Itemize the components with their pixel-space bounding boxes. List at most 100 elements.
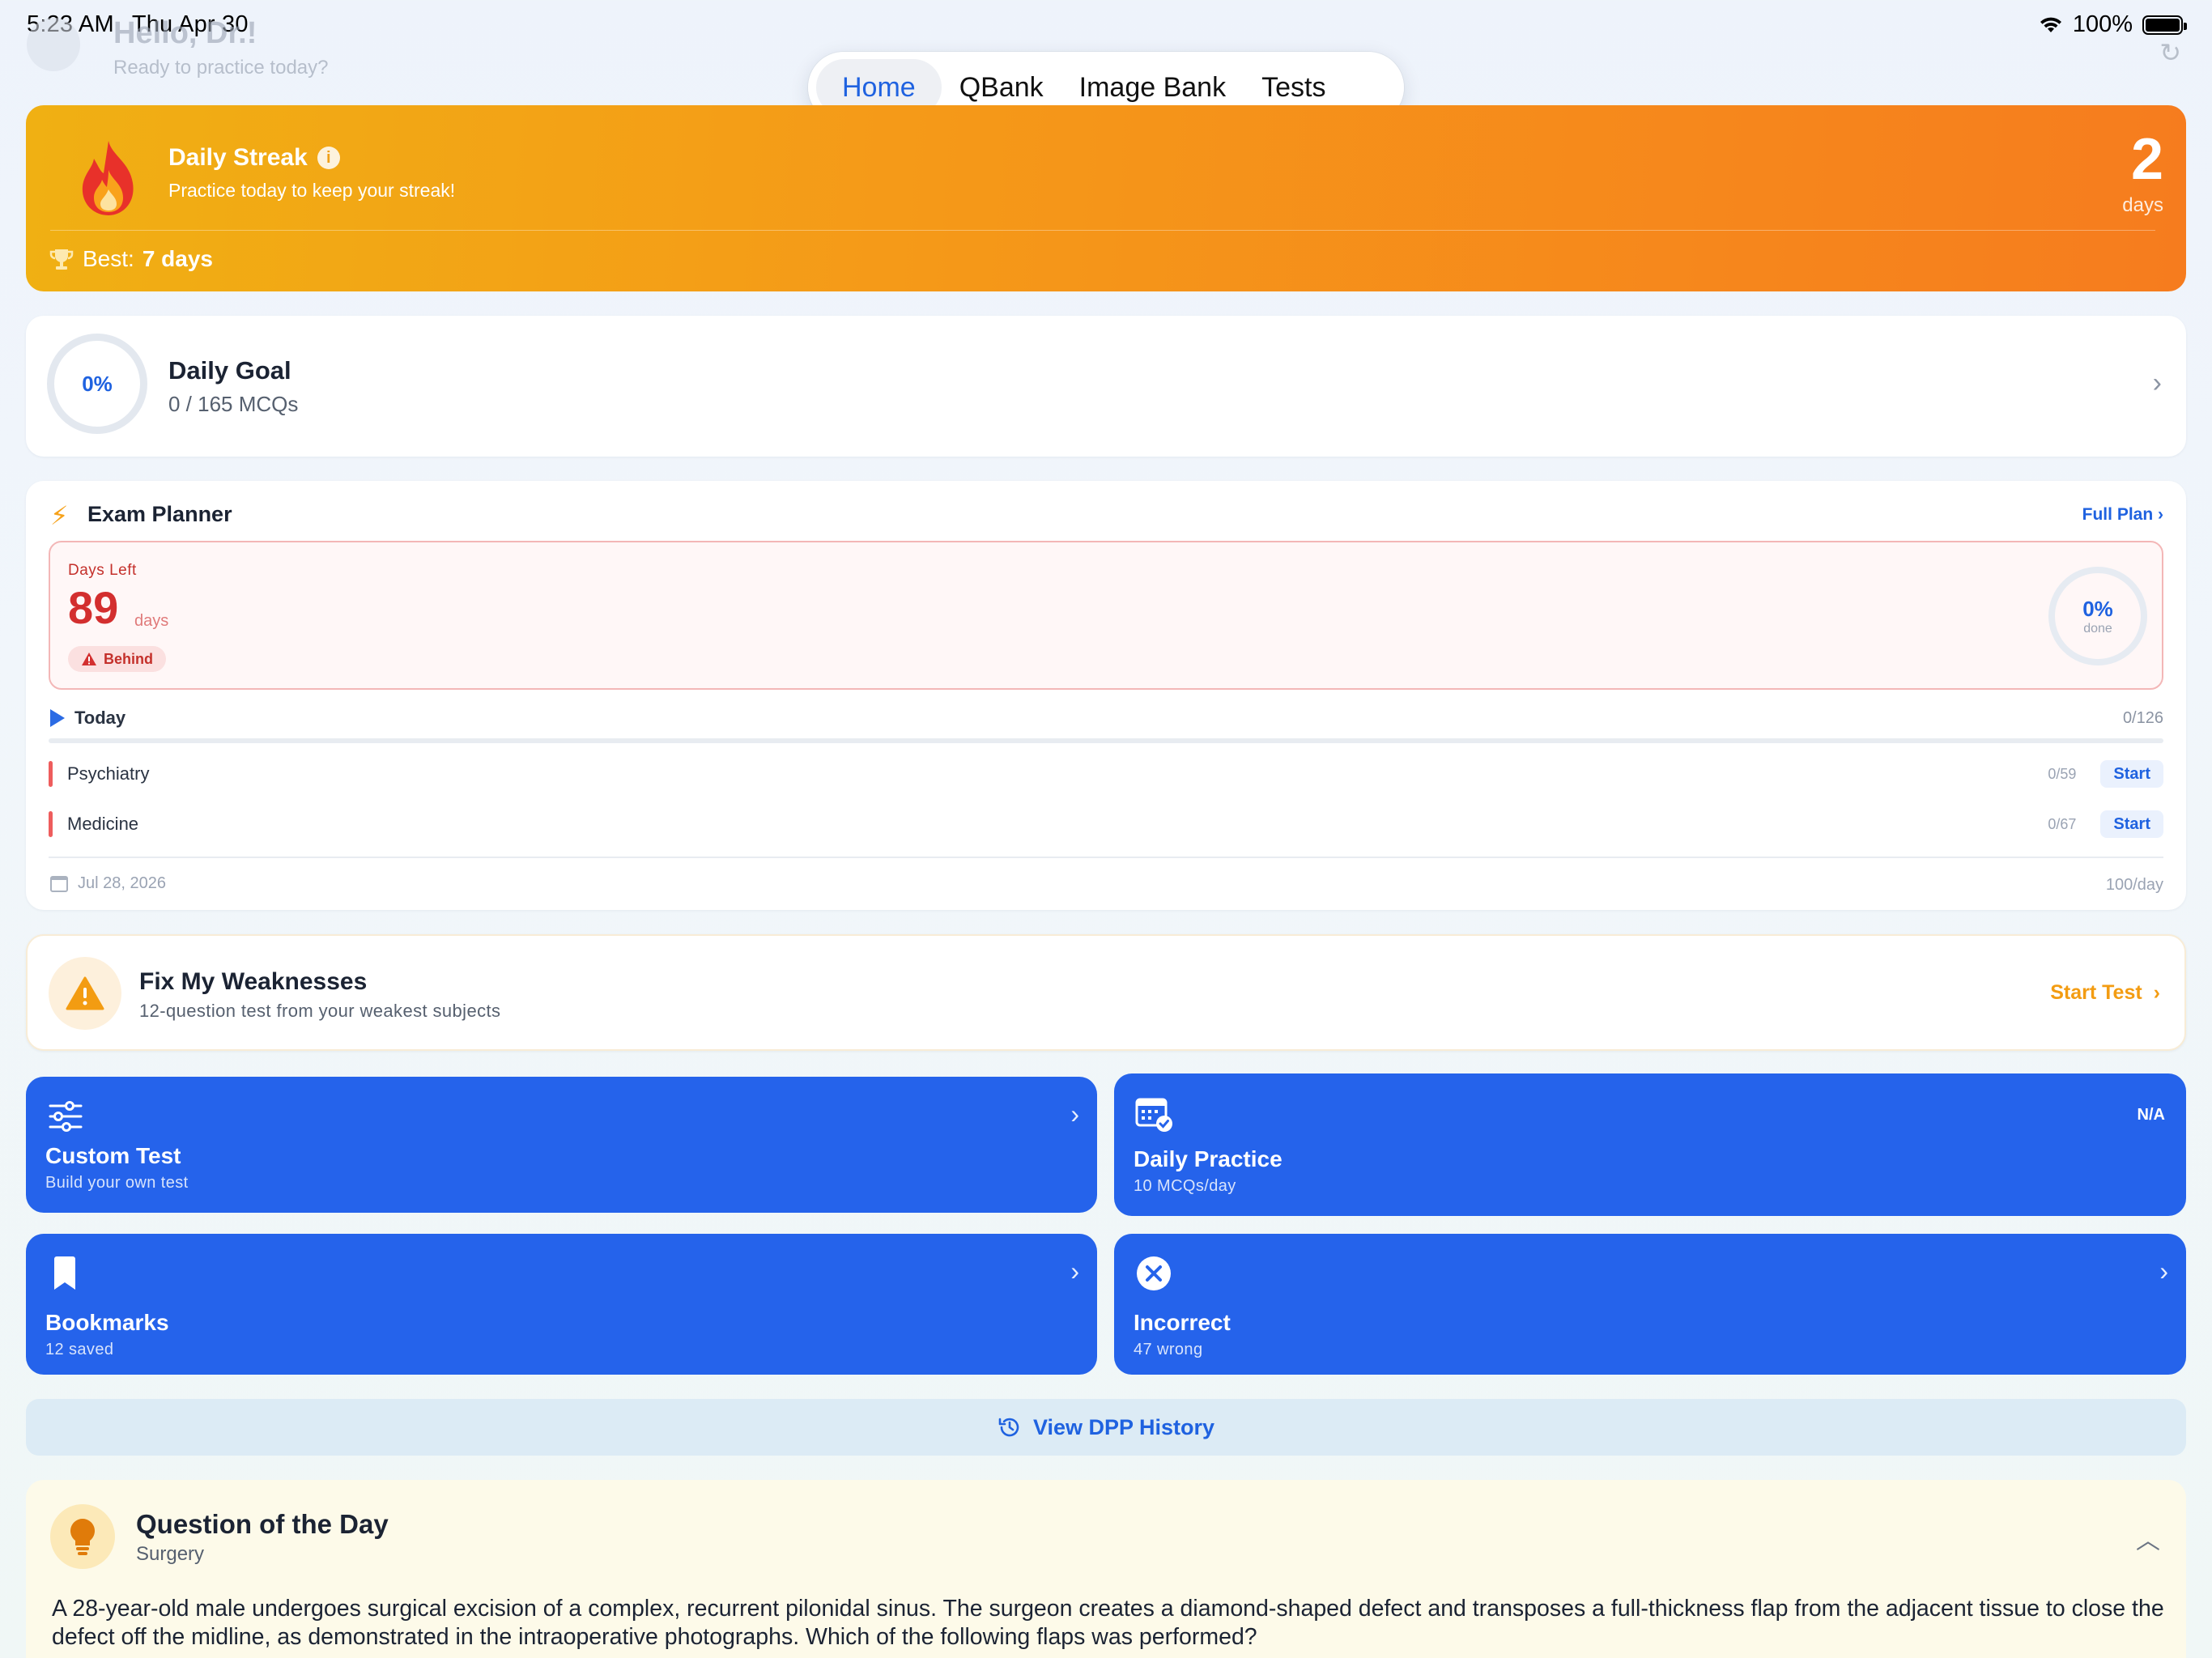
- daily-goal-card[interactable]: 0% Daily Goal 0 / 165 MCQs ›: [26, 316, 2186, 457]
- subject-marker: [49, 761, 53, 787]
- play-icon: [50, 709, 65, 727]
- planner-title: Exam Planner: [87, 502, 232, 526]
- subject-count: 0/67: [2048, 815, 2077, 832]
- lightbulb-icon: [70, 1519, 95, 1555]
- status-label: Behind: [104, 650, 153, 667]
- bookmarks-tile[interactable]: Bookmarks 12 saved ›: [26, 1234, 1097, 1375]
- today-label: Today: [74, 708, 126, 728]
- chevron-up-icon[interactable]: ︿: [2136, 1520, 2160, 1556]
- tile-title: Daily Practice: [1134, 1146, 1283, 1171]
- start-test-label: Start Test: [2050, 981, 2142, 1004]
- qotd-subject: Surgery: [136, 1543, 205, 1565]
- fix-weaknesses-card[interactable]: Fix My Weaknesses 12-question test from …: [26, 934, 2186, 1051]
- streak-count: 2: [2130, 127, 2163, 192]
- chevron-right-icon: ›: [2159, 1256, 2168, 1286]
- tile-title: Custom Test: [45, 1143, 181, 1168]
- days-left-unit: days: [134, 612, 169, 630]
- done-percent: 0%: [2082, 596, 2113, 621]
- tile-title: Incorrect: [1134, 1310, 1231, 1335]
- battery-percent: 100%: [2072, 11, 2133, 37]
- exam-date-text: Jul 28, 2026: [78, 874, 166, 892]
- start-button[interactable]: Start: [2100, 760, 2163, 788]
- dpp-history-label: View DPP History: [1032, 1414, 1215, 1439]
- lightning-icon: ⚡: [50, 501, 69, 530]
- qotd-title: Question of the Day: [136, 1509, 389, 1539]
- streak-divider: [50, 230, 2155, 231]
- trophy-icon: [49, 249, 74, 270]
- avatar[interactable]: [27, 18, 80, 71]
- done-progress-ring: 0% done: [2048, 567, 2147, 665]
- today-count: 0/126: [2122, 709, 2163, 727]
- fix-title: Fix My Weaknesses: [139, 968, 368, 995]
- streak-title-text: Daily Streak: [168, 144, 308, 171]
- goal-percent: 0%: [82, 371, 113, 396]
- calendar-icon: [50, 875, 68, 892]
- subject-name: Psychiatry: [67, 763, 150, 784]
- status-bar-right: 100%: [2039, 11, 2187, 38]
- days-left-label: Days Left: [68, 562, 137, 579]
- calendar-check-icon: [1135, 1098, 1172, 1132]
- daily-rate: 100/day: [2105, 876, 2163, 894]
- fix-subtitle: 12-question test from your weakest subje…: [139, 1001, 501, 1021]
- bookmark-icon: [54, 1256, 75, 1290]
- wifi-icon: [2040, 17, 2061, 32]
- daily-streak-card[interactable]: Daily Streak i Practice today to keep yo…: [26, 105, 2186, 291]
- full-plan-label: Full Plan: [2082, 505, 2154, 524]
- list-item: Medicine 0/67 Start: [49, 808, 2163, 840]
- chevron-right-icon: ›: [2152, 368, 2162, 398]
- done-label: done: [2083, 621, 2112, 636]
- greeting-subtitle: Ready to practice today?: [113, 57, 329, 79]
- status-badge: Behind: [68, 646, 166, 672]
- info-icon[interactable]: i: [317, 147, 340, 169]
- exam-planner-card: ⚡ Exam Planner Full Plan › Days Left 89 …: [26, 481, 2186, 910]
- flame-icon: [82, 141, 134, 215]
- qotd-question: A 28-year-old male undergoes surgical ex…: [52, 1596, 2164, 1650]
- daily-practice-tile[interactable]: N/A Daily Practice 10 MCQs/day: [1114, 1073, 2186, 1216]
- goal-title: Daily Goal: [168, 356, 291, 385]
- chevron-right-icon: ›: [1070, 1099, 1079, 1129]
- days-left-box: Days Left 89 days Behind 0% done: [49, 541, 2163, 690]
- streak-subtitle: Practice today to keep your streak!: [168, 180, 456, 201]
- incorrect-tile[interactable]: Incorrect 47 wrong ›: [1114, 1234, 2186, 1375]
- today-progress-bar: [49, 738, 2163, 743]
- tile-subtitle: Build your own test: [45, 1174, 189, 1192]
- warning-icon: [66, 976, 104, 1010]
- best-value: 7 days: [142, 246, 213, 271]
- history-icon: [998, 1418, 1019, 1437]
- battery-icon: [2142, 15, 2187, 35]
- streak-best: Best: 7 days: [49, 246, 213, 272]
- streak-title: Daily Streak i: [168, 144, 340, 172]
- subject-name: Medicine: [67, 814, 139, 834]
- lightbulb-icon-badge: [50, 1504, 115, 1569]
- chevron-right-icon: ›: [1070, 1256, 1079, 1286]
- tile-subtitle: 47 wrong: [1134, 1341, 1203, 1358]
- warning-icon: [82, 653, 96, 665]
- sliders-icon: [49, 1101, 83, 1132]
- goal-progress-ring: 0%: [47, 334, 147, 434]
- list-item: Psychiatry 0/59 Start: [49, 758, 2163, 790]
- streak-unit: days: [2122, 194, 2163, 216]
- x-circle-icon: [1137, 1256, 1171, 1290]
- start-button[interactable]: Start: [2100, 810, 2163, 838]
- warning-icon-badge: [49, 957, 121, 1030]
- greeting-title: Hello, Dr.!: [113, 16, 257, 50]
- exam-date: Jul 28, 2026: [50, 874, 166, 893]
- custom-test-tile[interactable]: Custom Test Build your own test ›: [26, 1077, 1097, 1213]
- status-badge: N/A: [2137, 1106, 2165, 1124]
- chevron-right-icon: ›: [2153, 981, 2160, 1004]
- planner-divider: [49, 857, 2163, 858]
- days-left-value: 89: [68, 582, 119, 633]
- tile-subtitle: 10 MCQs/day: [1134, 1177, 1236, 1195]
- best-label: Best:: [83, 246, 134, 271]
- start-test-button[interactable]: Start Test ›: [2050, 981, 2160, 1005]
- refresh-icon[interactable]: ↻: [2159, 37, 2181, 68]
- full-plan-link[interactable]: Full Plan ›: [2082, 505, 2163, 525]
- subject-marker: [49, 811, 53, 837]
- question-of-the-day-card: Question of the Day Surgery ︿ A 28-year-…: [26, 1480, 2186, 1658]
- today-toggle[interactable]: Today: [50, 708, 125, 729]
- goal-progress: 0 / 165 MCQs: [168, 392, 299, 416]
- tile-title: Bookmarks: [45, 1310, 169, 1335]
- tile-subtitle: 12 saved: [45, 1341, 114, 1358]
- view-dpp-history-button[interactable]: View DPP History: [26, 1399, 2186, 1456]
- subject-count: 0/59: [2048, 765, 2077, 782]
